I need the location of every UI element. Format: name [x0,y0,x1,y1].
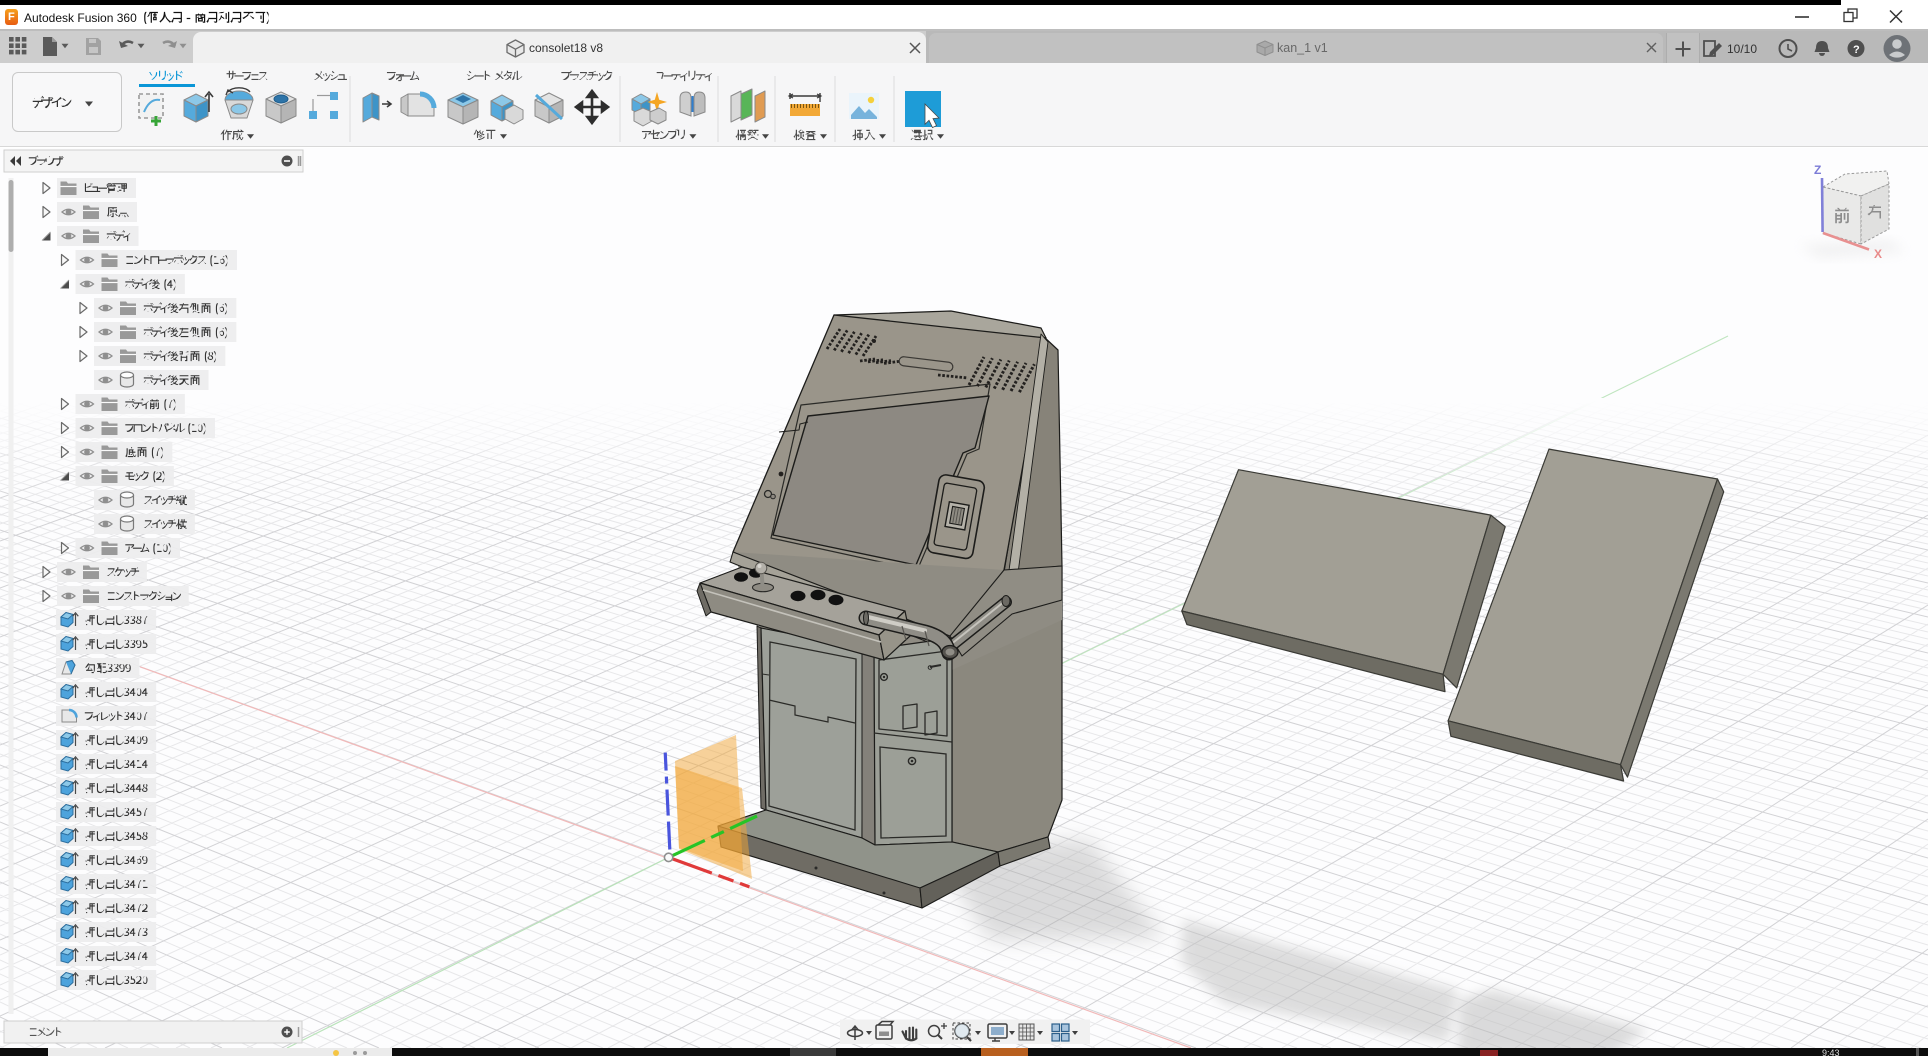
svg-text:X: X [1874,247,1882,261]
svg-text:Z: Z [1814,163,1821,177]
svg-text:9:43: 9:43 [1822,1048,1840,1056]
svg-text:?: ? [1853,44,1860,56]
